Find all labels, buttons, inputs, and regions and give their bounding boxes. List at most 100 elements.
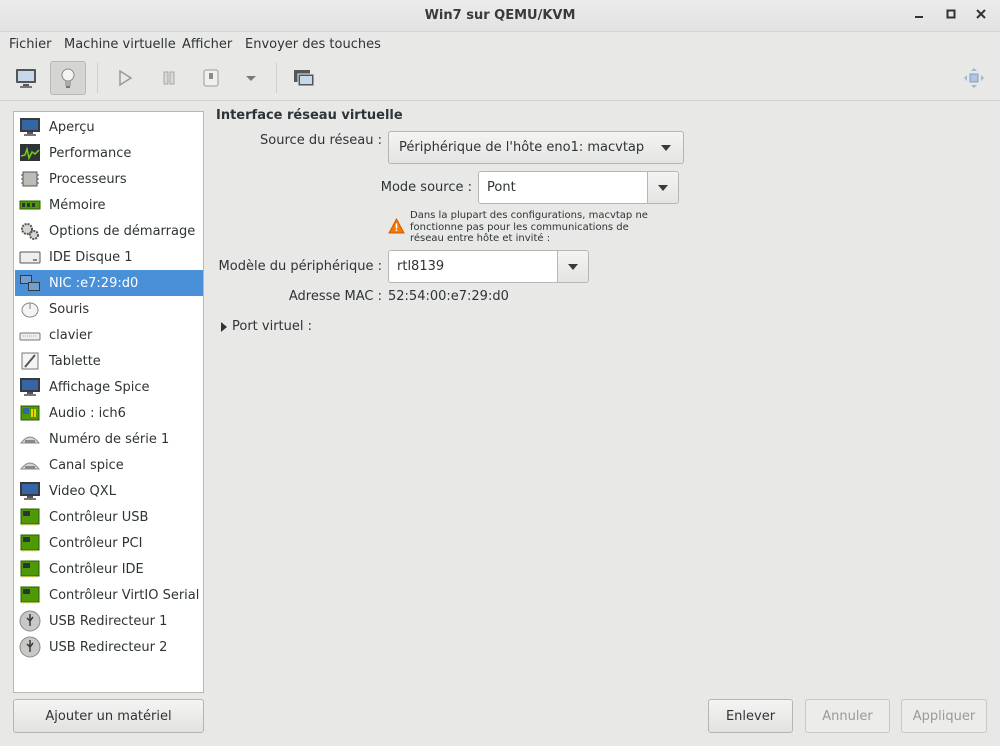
sidebar-item-tablette[interactable]: Tablette (15, 348, 203, 374)
sidebar-item-label: Contrôleur PCI (49, 535, 143, 551)
model-label: Modèle du périphérique : (218, 259, 382, 274)
sidebar-item-canal-spice[interactable]: Canal spice (15, 452, 203, 478)
warning-icon (388, 217, 405, 238)
chevron-down-icon (661, 144, 671, 151)
sidebar-item-label: USB Redirecteur 1 (49, 613, 168, 629)
channel-icon (18, 454, 42, 476)
dropdown-arrow-icon[interactable] (233, 61, 269, 95)
network-icon (18, 272, 42, 294)
device-model-input[interactable]: rtl8139 (389, 251, 557, 282)
memory-icon (18, 194, 42, 216)
play-icon[interactable] (107, 61, 143, 95)
usb-icon (18, 610, 42, 632)
sidebar-item-usb-redirecteur-1[interactable]: USB Redirecteur 1 (15, 608, 203, 634)
sidebar-item-label: Contrôleur IDE (49, 561, 144, 577)
apply-button[interactable]: Appliquer (901, 699, 987, 733)
sidebar-item-aper-u[interactable]: Aperçu (15, 114, 203, 140)
menu-bar: Fichier Machine virtuelle Afficher Envoy… (0, 32, 1000, 57)
sidebar-item-souris[interactable]: Souris (15, 296, 203, 322)
sidebar-item-m-moire[interactable]: Mémoire (15, 192, 203, 218)
sidebar-item-label: Processeurs (49, 171, 127, 187)
sidebar-item-video-qxl[interactable]: Video QXL (15, 478, 203, 504)
audio-card-icon (18, 402, 42, 424)
sidebar-item-label: Souris (49, 301, 90, 317)
sidebar-item-label: IDE Disque 1 (49, 249, 133, 265)
performance-graph-icon (18, 142, 42, 164)
sidebar-item-clavier[interactable]: clavier (15, 322, 203, 348)
chevron-down-icon[interactable] (557, 251, 588, 282)
virtual-port-expander[interactable]: Port virtuel : (221, 319, 312, 334)
video-icon (18, 480, 42, 502)
network-source-value: Périphérique de l'hôte eno1: macvtap (399, 140, 645, 155)
network-source-select[interactable]: Périphérique de l'hôte eno1: macvtap (388, 131, 684, 164)
mouse-icon (18, 298, 42, 320)
toolbar (0, 57, 1000, 101)
maximize-icon[interactable] (944, 9, 958, 23)
chevron-down-icon[interactable] (647, 172, 678, 203)
source-mode-combo[interactable]: Pont (478, 171, 679, 204)
menu-fichier[interactable]: Fichier (9, 37, 52, 52)
sidebar-item-label: Mémoire (49, 197, 106, 213)
sidebar-item-performance[interactable]: Performance (15, 140, 203, 166)
hard-disk-icon (18, 246, 42, 268)
controller-card-icon (18, 558, 42, 580)
expander-arrow-icon (221, 321, 227, 332)
sidebar-item-label: Performance (49, 145, 132, 161)
sidebar-item-label: Contrôleur VirtIO Serial (49, 587, 200, 603)
controller-card-icon (18, 506, 42, 528)
sidebar-item-contr-leur-usb[interactable]: Contrôleur USB (15, 504, 203, 530)
sidebar-item-options-de-d-marrage[interactable]: Options de démarrage (15, 218, 203, 244)
gears-icon (18, 220, 42, 242)
sidebar-item-label: USB Redirecteur 2 (49, 639, 168, 655)
sidebar-item-ide-disque-1[interactable]: IDE Disque 1 (15, 244, 203, 270)
sidebar-item-label: Contrôleur USB (49, 509, 149, 525)
sidebar-item-num-ro-de-s-rie-1[interactable]: Numéro de série 1 (15, 426, 203, 452)
sidebar-item-processeurs[interactable]: Processeurs (15, 166, 203, 192)
controller-card-icon (18, 584, 42, 606)
sidebar-item-nic-e7-29-d0[interactable]: NIC :e7:29:d0 (15, 270, 203, 296)
sidebar-item-label: Canal spice (49, 457, 124, 473)
sidebar-item-label: Options de démarrage (49, 223, 196, 239)
mac-value: 52:54:00:e7:29:d0 (388, 289, 509, 304)
sidebar-item-contr-leur-virtio-serial[interactable]: Contrôleur VirtIO Serial (15, 582, 203, 608)
sidebar-item-label: clavier (49, 327, 93, 343)
tablet-icon (18, 350, 42, 372)
sidebar-item-contr-leur-ide[interactable]: Contrôleur IDE (15, 556, 203, 582)
sidebar-item-label: NIC :e7:29:d0 (49, 275, 139, 291)
hardware-list: Aperçu Performance Processeurs Mémoire Optio… (13, 111, 204, 693)
cancel-button[interactable]: Annuler (805, 699, 890, 733)
controller-card-icon (18, 532, 42, 554)
macvtap-warning: Dans la plupart des configurations, macv… (410, 210, 648, 244)
device-model-combo[interactable]: rtl8139 (388, 250, 589, 283)
menu-envoyer-des-touches[interactable]: Envoyer des touches (245, 37, 381, 52)
minimize-icon[interactable] (912, 9, 926, 23)
lightbulb-icon[interactable] (50, 61, 86, 95)
sidebar-item-usb-redirecteur-2[interactable]: USB Redirecteur 2 (15, 634, 203, 660)
mac-label: Adresse MAC : (288, 289, 382, 304)
serial-icon (18, 428, 42, 450)
sidebar-item-label: Tablette (49, 353, 101, 369)
power-icon[interactable] (193, 61, 229, 95)
source-mode-input[interactable]: Pont (479, 172, 647, 203)
close-icon[interactable] (974, 9, 988, 23)
sidebar-item-label: Numéro de série 1 (49, 431, 170, 447)
sidebar-item-contr-leur-pci[interactable]: Contrôleur PCI (15, 530, 203, 556)
sidebar-item-affichage-spice[interactable]: Affichage Spice (15, 374, 203, 400)
window-title: Win7 sur QEMU/KVM (424, 8, 576, 23)
monitor-icon[interactable] (8, 61, 44, 95)
menu-machine-virtuelle[interactable]: Machine virtuelle (64, 37, 176, 52)
section-title: Interface réseau virtuelle (216, 108, 403, 123)
sidebar-item-label: Video QXL (49, 483, 116, 499)
remove-button[interactable]: Enlever (708, 699, 793, 733)
pause-icon[interactable] (151, 61, 187, 95)
sidebar-item-audio-ich6[interactable]: Audio : ich6 (15, 400, 203, 426)
mode-label: Mode source : (380, 180, 472, 195)
fullscreen-icon[interactable] (956, 61, 992, 95)
source-label: Source du réseau : (260, 133, 382, 148)
cpu-chip-icon (18, 168, 42, 190)
add-hardware-button[interactable]: Ajouter un matériel (13, 699, 204, 733)
snapshots-icon[interactable] (286, 61, 322, 95)
title-bar: Win7 sur QEMU/KVM (0, 0, 1000, 32)
virtual-port-label: Port virtuel : (232, 319, 313, 334)
menu-afficher[interactable]: Afficher (182, 37, 232, 52)
